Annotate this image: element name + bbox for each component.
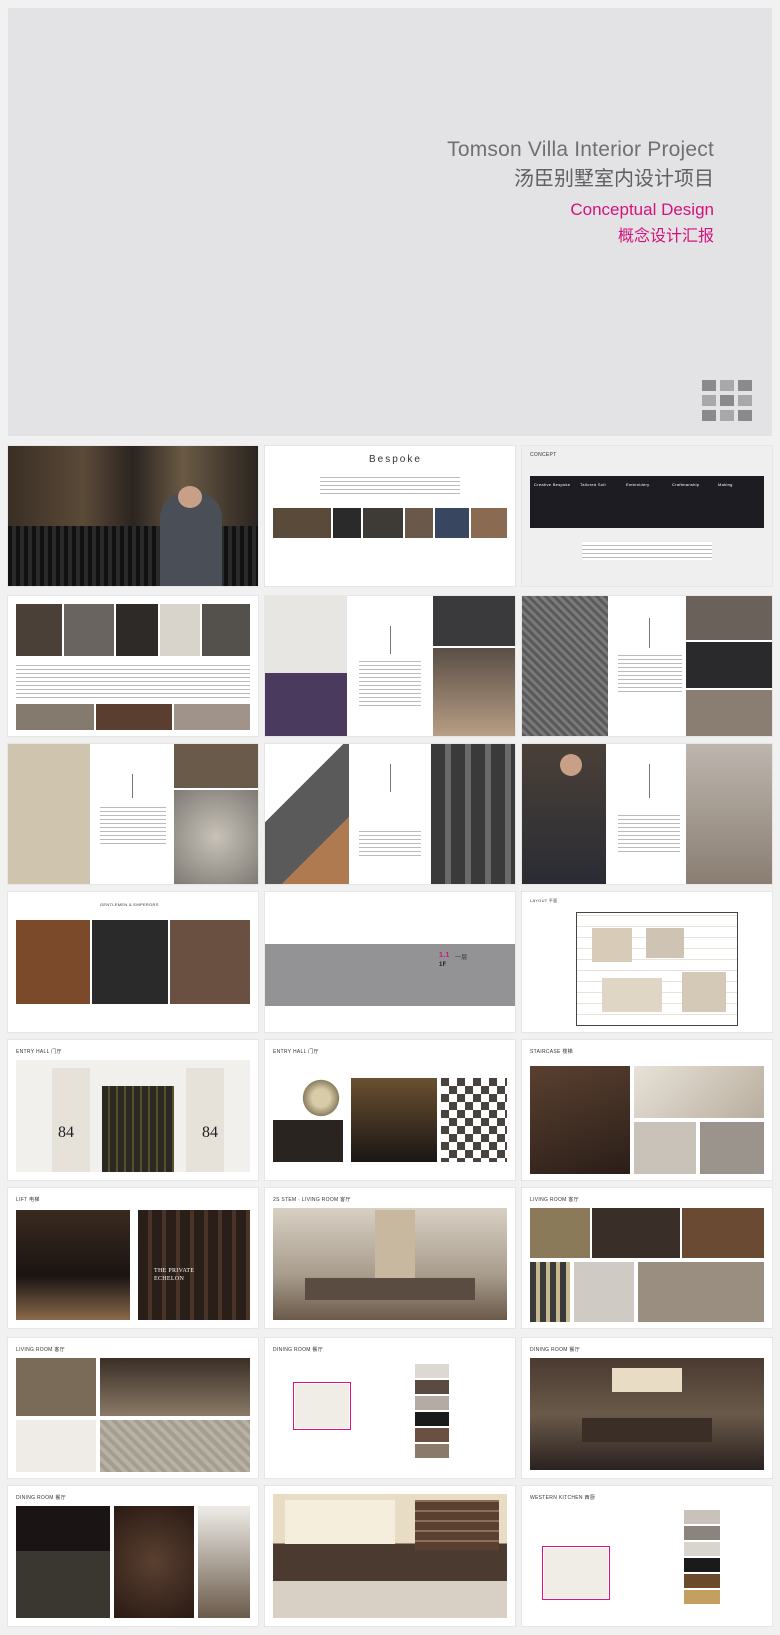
living-2f-label: 2S STEM · LIVING ROOM 客厅 <box>273 1197 351 1203</box>
concept-tile-1: Creative Bespoke <box>534 482 571 487</box>
cover-subtitle-cn: 概念设计汇报 <box>617 226 714 245</box>
door-number-left: 84 <box>58 1124 74 1141</box>
thumbnail-western-kitchen: WESTERN KITCHEN 西厨 <box>522 1486 772 1626</box>
thumbnail-pattern <box>265 596 515 736</box>
lift-text-1: THE PRIVATE <box>154 1268 195 1274</box>
living-room-label: LIVING ROOM 客厅 <box>530 1197 579 1203</box>
thumbnail-suits-photo <box>8 446 258 586</box>
thumbnail-dining-room: DINING ROOM 餐厅 <box>265 1338 515 1478</box>
thumbnail-fabrics <box>8 596 258 736</box>
lift-label: LIFT 电梯 <box>16 1197 40 1203</box>
thumbnail-dining-room-2: DINING ROOM 餐厅 <box>522 1338 772 1478</box>
thumbnail-entry-hall-2: ENTRY HALL 门厅 <box>265 1040 515 1180</box>
lift-text-2: ECHELON <box>154 1276 185 1282</box>
cover-title-en: Tomson Villa Interior Project <box>447 138 714 161</box>
concept-tile-5: Making <box>718 482 733 487</box>
grid-logo-icon <box>702 380 752 421</box>
dining-room-2-label: DINING ROOM 餐厅 <box>530 1347 581 1353</box>
thumbnail-floor-plan: LAYOUT 平面 <box>522 892 772 1032</box>
door-number-right: 84 <box>202 1124 218 1141</box>
thumbnail-entry-hall: ENTRY HALL 门厅 84 84 <box>8 1040 258 1180</box>
dining-room-3-label: DINING ROOM 餐厅 <box>16 1495 67 1501</box>
cover-page: Tomson Villa Interior Project 汤臣别墅室内设计项目… <box>8 8 772 436</box>
concept-tile-4: Craftmanship <box>672 482 700 487</box>
entry-hall-label: ENTRY HALL 门厅 <box>16 1049 62 1055</box>
western-kitchen-label: WESTERN KITCHEN 西厨 <box>530 1495 596 1501</box>
gentlemen-title: GENTLEMEN & EMPERORS <box>100 902 159 907</box>
cover-subtitle-en: Conceptual Design <box>570 200 714 219</box>
thumbnail-living-room-2: LIVING ROOM 客厅 <box>8 1338 258 1478</box>
concept-tile-2: Tailored Suit <box>580 482 606 487</box>
staircase-label: STAIRCASE 楼梯 <box>530 1049 573 1055</box>
thumbnail-living-room: LIVING ROOM 客厅 <box>522 1188 772 1328</box>
thumbnail-living-2f: 2S STEM · LIVING ROOM 客厅 <box>265 1188 515 1328</box>
dining-room-label: DINING ROOM 餐厅 <box>273 1347 324 1353</box>
thumbnail-bespoke: Bespoke <box>265 446 515 586</box>
entry-hall-2-label: ENTRY HALL 门厅 <box>273 1049 319 1055</box>
layout-label: LAYOUT 平面 <box>530 898 558 903</box>
thumbnail-cufflinks <box>265 744 515 884</box>
thumbnail-dining-room-4 <box>265 1486 515 1626</box>
section-cn: 一层 <box>455 955 468 961</box>
concept-tile-3: Embroidery <box>626 482 650 487</box>
living-room-2-label: LIVING ROOM 客厅 <box>16 1347 65 1353</box>
thumbnail-dining-room-3: DINING ROOM 餐厅 <box>8 1486 258 1626</box>
thumbnail-tweed <box>522 596 772 736</box>
section-number: 1.1 <box>439 952 450 959</box>
thumbnail-concept: CONCEPT Creative Bespoke Tailored Suit E… <box>522 446 772 586</box>
thumbnail-staircase: STAIRCASE 楼梯 <box>522 1040 772 1180</box>
thumbnail-lift: LIFT 电梯 THE PRIVATE ECHELON <box>8 1188 258 1328</box>
thumbnail-gentlemen: GENTLEMEN & EMPERORS <box>8 892 258 1032</box>
concept-label: CONCEPT <box>530 452 557 458</box>
section-code: 1F <box>439 962 447 968</box>
thumbnail-section-1f: 1.1 一层 1F <box>265 892 515 1032</box>
thumbnail-embroidery <box>8 744 258 884</box>
cover-title-cn: 汤臣别墅室内设计项目 <box>514 166 714 190</box>
thumbnail-tailor <box>522 744 772 884</box>
bespoke-title: Bespoke <box>369 454 422 465</box>
